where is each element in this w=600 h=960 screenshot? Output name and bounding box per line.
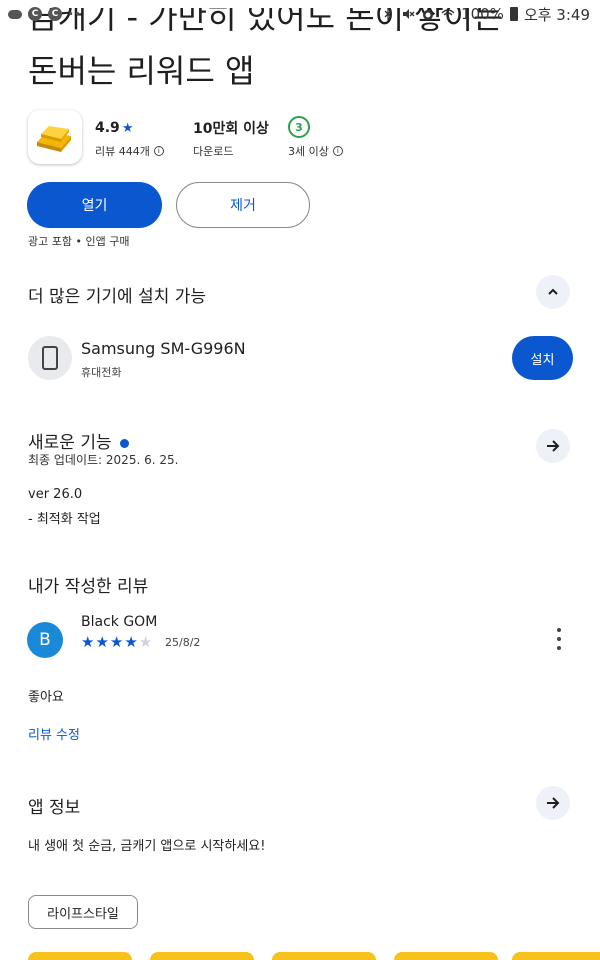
star-empty-icon: ★ [138,633,153,651]
reviewer-name: Black GOM [81,614,158,630]
battery-percent: 100% [461,5,504,23]
rating-stat[interactable]: 4.9 ★ 리뷰 444개 i [95,119,164,159]
clock: 오후 3:49 [523,5,590,24]
promo-card[interactable] [150,952,254,960]
new-indicator-dot [119,438,129,448]
version-text: ver 26.0 [28,487,83,502]
open-button[interactable]: 열기 [27,182,162,228]
rating-value-row: 4.9 ★ [95,119,164,137]
more-devices-title: 더 많은 기기에 설치 가능 [28,287,207,307]
notification-c-icon: C [28,7,42,21]
wifi-icon [441,9,455,20]
info-icon: i [332,146,343,156]
review-text: 좋아요 [28,690,64,705]
more-notifications-icon: ·· [68,5,82,23]
ads-in-app-purchase-note: 광고 포함 • 인앱 구매 [28,235,130,248]
cloud-icon [8,9,22,19]
arrow-right-icon [547,440,560,452]
star-filled-icon: ★ [95,633,109,651]
app-description: 내 생애 첫 순금, 금캐기 앱으로 시작하세요! [28,839,266,854]
app-info-arrow-button[interactable] [536,786,570,820]
phone-device-icon [28,336,72,380]
age-rating-row: 3세 이상 i [288,143,343,159]
bluetooth-icon [384,7,393,21]
downloads-label: 다운로드 [193,145,234,158]
status-bar: C C ·· 100% 오후 3:49 [0,0,600,28]
rating-value: 4.9 [95,120,120,136]
age-rating-label: 3세 이상 [288,145,329,158]
uninstall-button[interactable]: 제거 [176,182,310,228]
star-filled-icon: ★ [109,633,124,651]
my-review-title: 내가 작성한 리뷰 [28,577,149,597]
battery-icon [509,7,518,21]
last-updated: 최종 업데이트: 2025. 6. 25. [28,453,179,467]
review-count: 리뷰 444개 [95,145,150,158]
gold-bars-icon [37,126,71,152]
update-note: - 최적화 작업 [28,512,101,527]
status-bar-left: C C ·· [8,5,81,23]
downloads-stat: 10만회 이상 다운로드 [193,119,269,159]
star-filled-icon: ★ [81,633,95,651]
review-date: 25/8/2 [165,636,201,649]
downloads-value: 10만회 이상 [193,121,269,137]
whats-new-title[interactable]: 새로운 기능 [28,428,129,453]
whats-new-arrow-button[interactable] [536,429,570,463]
status-bar-right: 100% 오후 3:49 [381,4,590,25]
age-rating-stat[interactable]: 3 3세 이상 i [288,116,343,159]
info-icon: i [153,146,164,156]
avatar: B [27,622,63,658]
whats-new-label: 새로운 기능 [28,433,112,453]
review-stars: ★ ★ ★ ★ ★ [81,633,152,651]
mute-icon [403,9,415,19]
chevron-up-icon [548,288,558,295]
category-chip[interactable]: 라이프스타일 [28,895,138,929]
alarm-icon [423,10,434,20]
promo-card[interactable] [272,952,376,960]
edit-review-link[interactable]: 리뷰 수정 [28,724,80,743]
install-button[interactable]: 설치 [512,336,573,380]
arrow-right-icon [547,797,560,809]
age-rating-badge: 3 [288,116,310,138]
star-filled-icon: ★ [124,633,138,651]
app-icon[interactable] [28,110,82,164]
notification-c-icon-2: C [48,7,62,21]
promo-cards-strip [0,952,600,960]
smartphone-icon [42,346,58,370]
review-count-row: 리뷰 444개 i [95,143,164,159]
device-type: 휴대전화 [81,366,122,379]
promo-card[interactable] [394,952,498,960]
app-info-title[interactable]: 앱 정보 [28,793,80,818]
promo-card[interactable] [28,952,132,960]
collapse-button[interactable] [536,275,570,309]
star-icon: ★ [121,120,134,136]
more-options-icon[interactable] [552,628,566,650]
promo-card[interactable] [512,952,600,960]
app-title-line2: 돈버는 리워드 앱 [28,52,255,90]
device-name: Samsung SM-G996N [81,339,246,358]
